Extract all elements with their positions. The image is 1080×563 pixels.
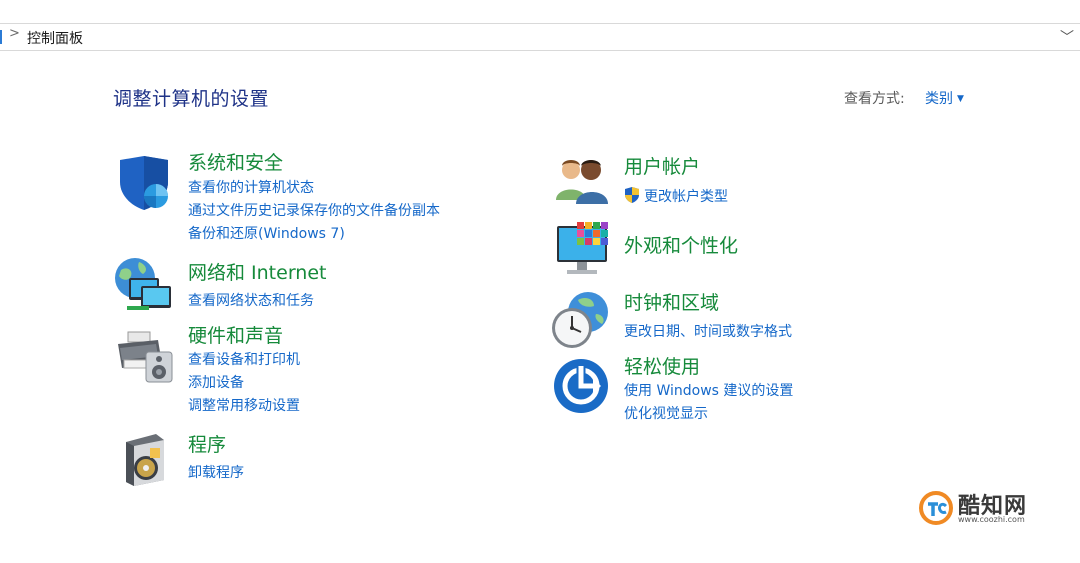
uac-shield-icon [623,186,641,208]
address-history-dropdown-icon[interactable]: ﹀ [1060,27,1074,47]
category-clock-region[interactable]: 时钟和区域 [624,288,719,315]
breadcrumb-chevron-icon[interactable]: > [9,26,20,41]
link-view-computer-status[interactable]: 查看你的计算机状态 [188,177,314,197]
monitor-palette-icon[interactable] [553,220,611,282]
users-icon[interactable] [554,156,610,210]
caret-down-icon: ▼ [957,94,964,104]
clock-globe-icon[interactable] [550,290,610,354]
link-change-date-time-format[interactable]: 更改日期、时间或数字格式 [624,321,792,341]
category-programs[interactable]: 程序 [188,430,226,457]
category-ease-of-access[interactable]: 轻松使用 [624,352,700,379]
category-system-security[interactable]: 系统和安全 [188,148,283,175]
link-use-windows-recommended-settings[interactable]: 使用 Windows 建议的设置 [624,380,793,400]
shield-icon[interactable] [116,154,174,216]
category-user-accounts[interactable]: 用户帐户 [624,152,700,179]
link-backup-restore[interactable]: 备份和还原(Windows 7) [188,223,345,243]
link-network-status-tasks[interactable]: 查看网络状态和任务 [188,290,314,310]
view-by-dropdown[interactable]: 类别 ▼ [925,88,964,108]
programs-disc-icon[interactable] [120,432,170,492]
category-network-internet[interactable]: 网络和 Internet [188,258,326,285]
link-uninstall-program[interactable]: 卸载程序 [188,462,244,482]
page-title: 调整计算机的设置 [113,88,270,110]
view-by-value: 类别 [925,91,953,107]
link-file-history-backup[interactable]: 通过文件历史记录保存你的文件备份副本 [188,200,440,220]
link-optimize-visual-display[interactable]: 优化视觉显示 [624,403,708,423]
printer-speaker-icon[interactable] [116,328,174,388]
link-change-account-type[interactable]: 更改帐户类型 [644,186,728,206]
network-globe-icon[interactable] [113,256,175,318]
category-hardware-sound[interactable]: 硬件和声音 [188,321,283,348]
coozhi-logo-icon [918,490,954,530]
address-bar[interactable]: > 控制面板 ﹀ [0,23,1080,51]
watermark: 酷知网 www.coozhi.com [918,488,1068,528]
ease-of-access-icon[interactable] [553,358,609,418]
link-add-device[interactable]: 添加设备 [188,372,244,392]
category-appearance-personalization[interactable]: 外观和个性化 [624,231,738,258]
view-by-label: 查看方式: [844,91,905,107]
watermark-url: www.coozhi.com [958,515,1025,524]
link-view-devices-printers[interactable]: 查看设备和打印机 [188,349,300,369]
address-bar-edge [0,30,2,44]
link-mobility-settings[interactable]: 调整常用移动设置 [188,395,300,415]
breadcrumb-control-panel[interactable]: 控制面板 [27,28,83,48]
